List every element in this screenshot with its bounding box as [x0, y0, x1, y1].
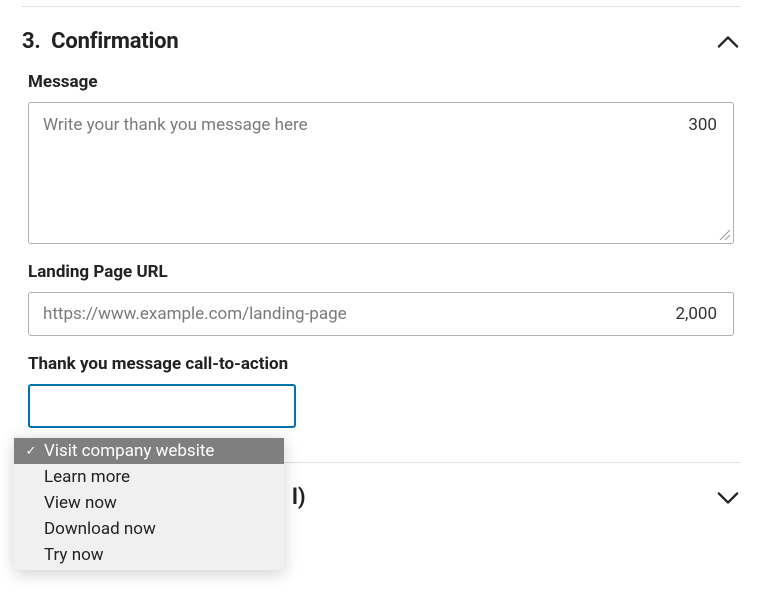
- section-header: 3. Confirmation: [0, 7, 762, 72]
- cta-dropdown: ✓ Visit company website Learn more View …: [14, 436, 284, 570]
- cta-option-view-now[interactable]: View now: [14, 490, 284, 516]
- landing-url-input[interactable]: [29, 304, 733, 324]
- cta-option-label: Download now: [44, 519, 156, 539]
- landing-url-wrapper: 2,000: [28, 292, 734, 336]
- message-input-wrapper: 300: [28, 102, 734, 244]
- message-counter: 300: [688, 115, 717, 135]
- cta-label: Thank you message call-to-action: [28, 354, 734, 374]
- section-title-text: Confirmation: [51, 29, 178, 54]
- cta-option-label: Try now: [44, 545, 104, 565]
- check-icon: ✓: [22, 444, 40, 459]
- section-title: 3. Confirmation: [22, 29, 179, 54]
- confirmation-content: Message 300 Landing Page URL 2,000 Thank…: [0, 72, 762, 428]
- cta-option-download-now[interactable]: Download now: [14, 516, 284, 542]
- cta-option-learn-more[interactable]: Learn more: [14, 464, 284, 490]
- expand-toggle[interactable]: [716, 486, 740, 510]
- section-number: 3.: [22, 29, 41, 54]
- landing-url-label: Landing Page URL: [28, 262, 734, 282]
- chevron-up-icon: [717, 35, 739, 49]
- cta-option-visit-company-website[interactable]: ✓ Visit company website: [14, 438, 284, 464]
- chevron-down-icon: [717, 491, 739, 505]
- cta-option-try-now[interactable]: Try now: [14, 542, 284, 568]
- message-label: Message: [28, 72, 734, 92]
- landing-url-counter: 2,000: [675, 304, 717, 324]
- message-textarea[interactable]: [29, 103, 733, 243]
- collapse-toggle[interactable]: [716, 30, 740, 54]
- cta-option-label: View now: [44, 493, 117, 513]
- cta-option-label: Visit company website: [44, 441, 214, 461]
- cta-select[interactable]: [28, 384, 296, 428]
- cta-option-label: Learn more: [44, 467, 130, 487]
